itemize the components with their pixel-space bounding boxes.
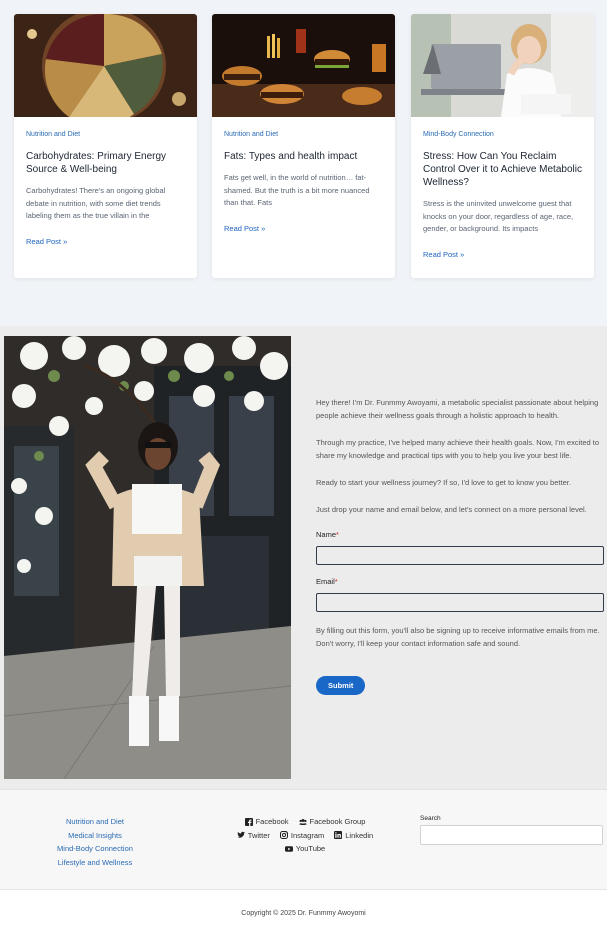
required-mark: * — [336, 530, 339, 539]
footer-link-nutrition[interactable]: Nutrition and Diet — [40, 815, 150, 829]
read-post-link[interactable]: Read Post » — [423, 250, 582, 259]
name-label: Name* — [316, 530, 339, 539]
post-thumbnail-grains[interactable] — [14, 14, 197, 117]
post-category[interactable]: Nutrition and Diet — [224, 131, 383, 138]
read-post-link[interactable]: Read Post » — [26, 237, 185, 246]
twitter-link[interactable]: Twitter — [237, 831, 270, 840]
post-title[interactable]: Stress: How Can You Reclaim Control Over… — [423, 150, 582, 189]
footer-search: Search — [420, 815, 603, 845]
instagram-icon — [279, 831, 288, 840]
post-category[interactable]: Nutrition and Diet — [26, 131, 185, 138]
linkedin-icon — [334, 831, 343, 840]
facebook-group-link[interactable]: Facebook Group — [298, 817, 365, 826]
post-card[interactable]: Nutrition and Diet Fats: Types and healt… — [212, 14, 395, 278]
post-title[interactable]: Carbohydrates: Primary Energy Source & W… — [26, 150, 185, 176]
social-links: Facebook Facebook Group Twitter Instagra… — [220, 815, 390, 856]
post-thumbnail-fast-food[interactable] — [212, 14, 395, 117]
post-card[interactable]: Nutrition and Diet Carbohydrates: Primar… — [14, 14, 197, 278]
post-excerpt: Fats get well, in the world of nutrition… — [224, 173, 370, 207]
intro-paragraph: Through my practice, I've helped many ac… — [316, 438, 600, 460]
copyright-text: Copyright © 2025 Dr. Funmmy Awoyomi — [241, 910, 366, 917]
search-input[interactable] — [420, 825, 603, 845]
post-thumbnail-stressed-woman[interactable] — [411, 14, 594, 117]
twitter-icon — [237, 831, 245, 838]
email-label: Email* — [316, 577, 338, 586]
footer-link-mind-body[interactable]: Mind-Body Connection — [40, 842, 150, 856]
post-excerpt: Stress is the uninvited unwelcome guest … — [423, 199, 574, 233]
read-post-link[interactable]: Read Post » — [224, 224, 383, 233]
footer-link-medical[interactable]: Medical Insights — [40, 829, 150, 843]
instagram-link[interactable]: Instagram — [279, 831, 324, 840]
blog-posts-section: Nutrition and Diet Carbohydrates: Primar… — [0, 0, 607, 326]
email-field[interactable] — [316, 593, 604, 612]
intro-paragraph: Hey there! I'm Dr. Funmmy Awoyami, a met… — [316, 398, 599, 420]
users-icon — [298, 818, 307, 825]
post-category[interactable]: Mind-Body Connection — [423, 131, 582, 138]
profile-photo — [4, 336, 291, 779]
youtube-icon — [284, 846, 293, 852]
copyright-bar: Copyright © 2025 Dr. Funmmy Awoyomi — [0, 889, 607, 934]
post-excerpt: Carbohydrates! There's an ongoing global… — [26, 186, 166, 220]
intro-paragraph: Ready to start your wellness journey? If… — [316, 478, 571, 487]
contact-section: Hey there! I'm Dr. Funmmy Awoyami, a met… — [0, 326, 607, 789]
post-card[interactable]: Mind-Body Connection Stress: How Can You… — [411, 14, 594, 278]
facebook-icon — [244, 817, 253, 826]
footer-category-links: Nutrition and Diet Medical Insights Mind… — [40, 815, 150, 869]
required-mark: * — [334, 577, 338, 586]
facebook-link[interactable]: Facebook — [244, 817, 289, 826]
youtube-link[interactable]: YouTube — [284, 844, 325, 853]
intro-paragraph: Just drop your name and email below, and… — [316, 505, 587, 514]
name-field[interactable] — [316, 546, 604, 565]
footer-link-lifestyle[interactable]: Lifestyle and Wellness — [40, 856, 150, 870]
site-footer: Nutrition and Diet Medical Insights Mind… — [0, 789, 607, 889]
post-title[interactable]: Fats: Types and health impact — [224, 150, 383, 163]
submit-button[interactable]: Submit — [316, 676, 366, 695]
linkedin-link[interactable]: Linkedin — [334, 831, 373, 840]
consent-text: By filling out this form, you'll also be… — [316, 626, 600, 648]
contact-intro: Hey there! I'm Dr. Funmmy Awoyami, a met… — [316, 396, 604, 695]
search-label: Search — [420, 815, 441, 822]
